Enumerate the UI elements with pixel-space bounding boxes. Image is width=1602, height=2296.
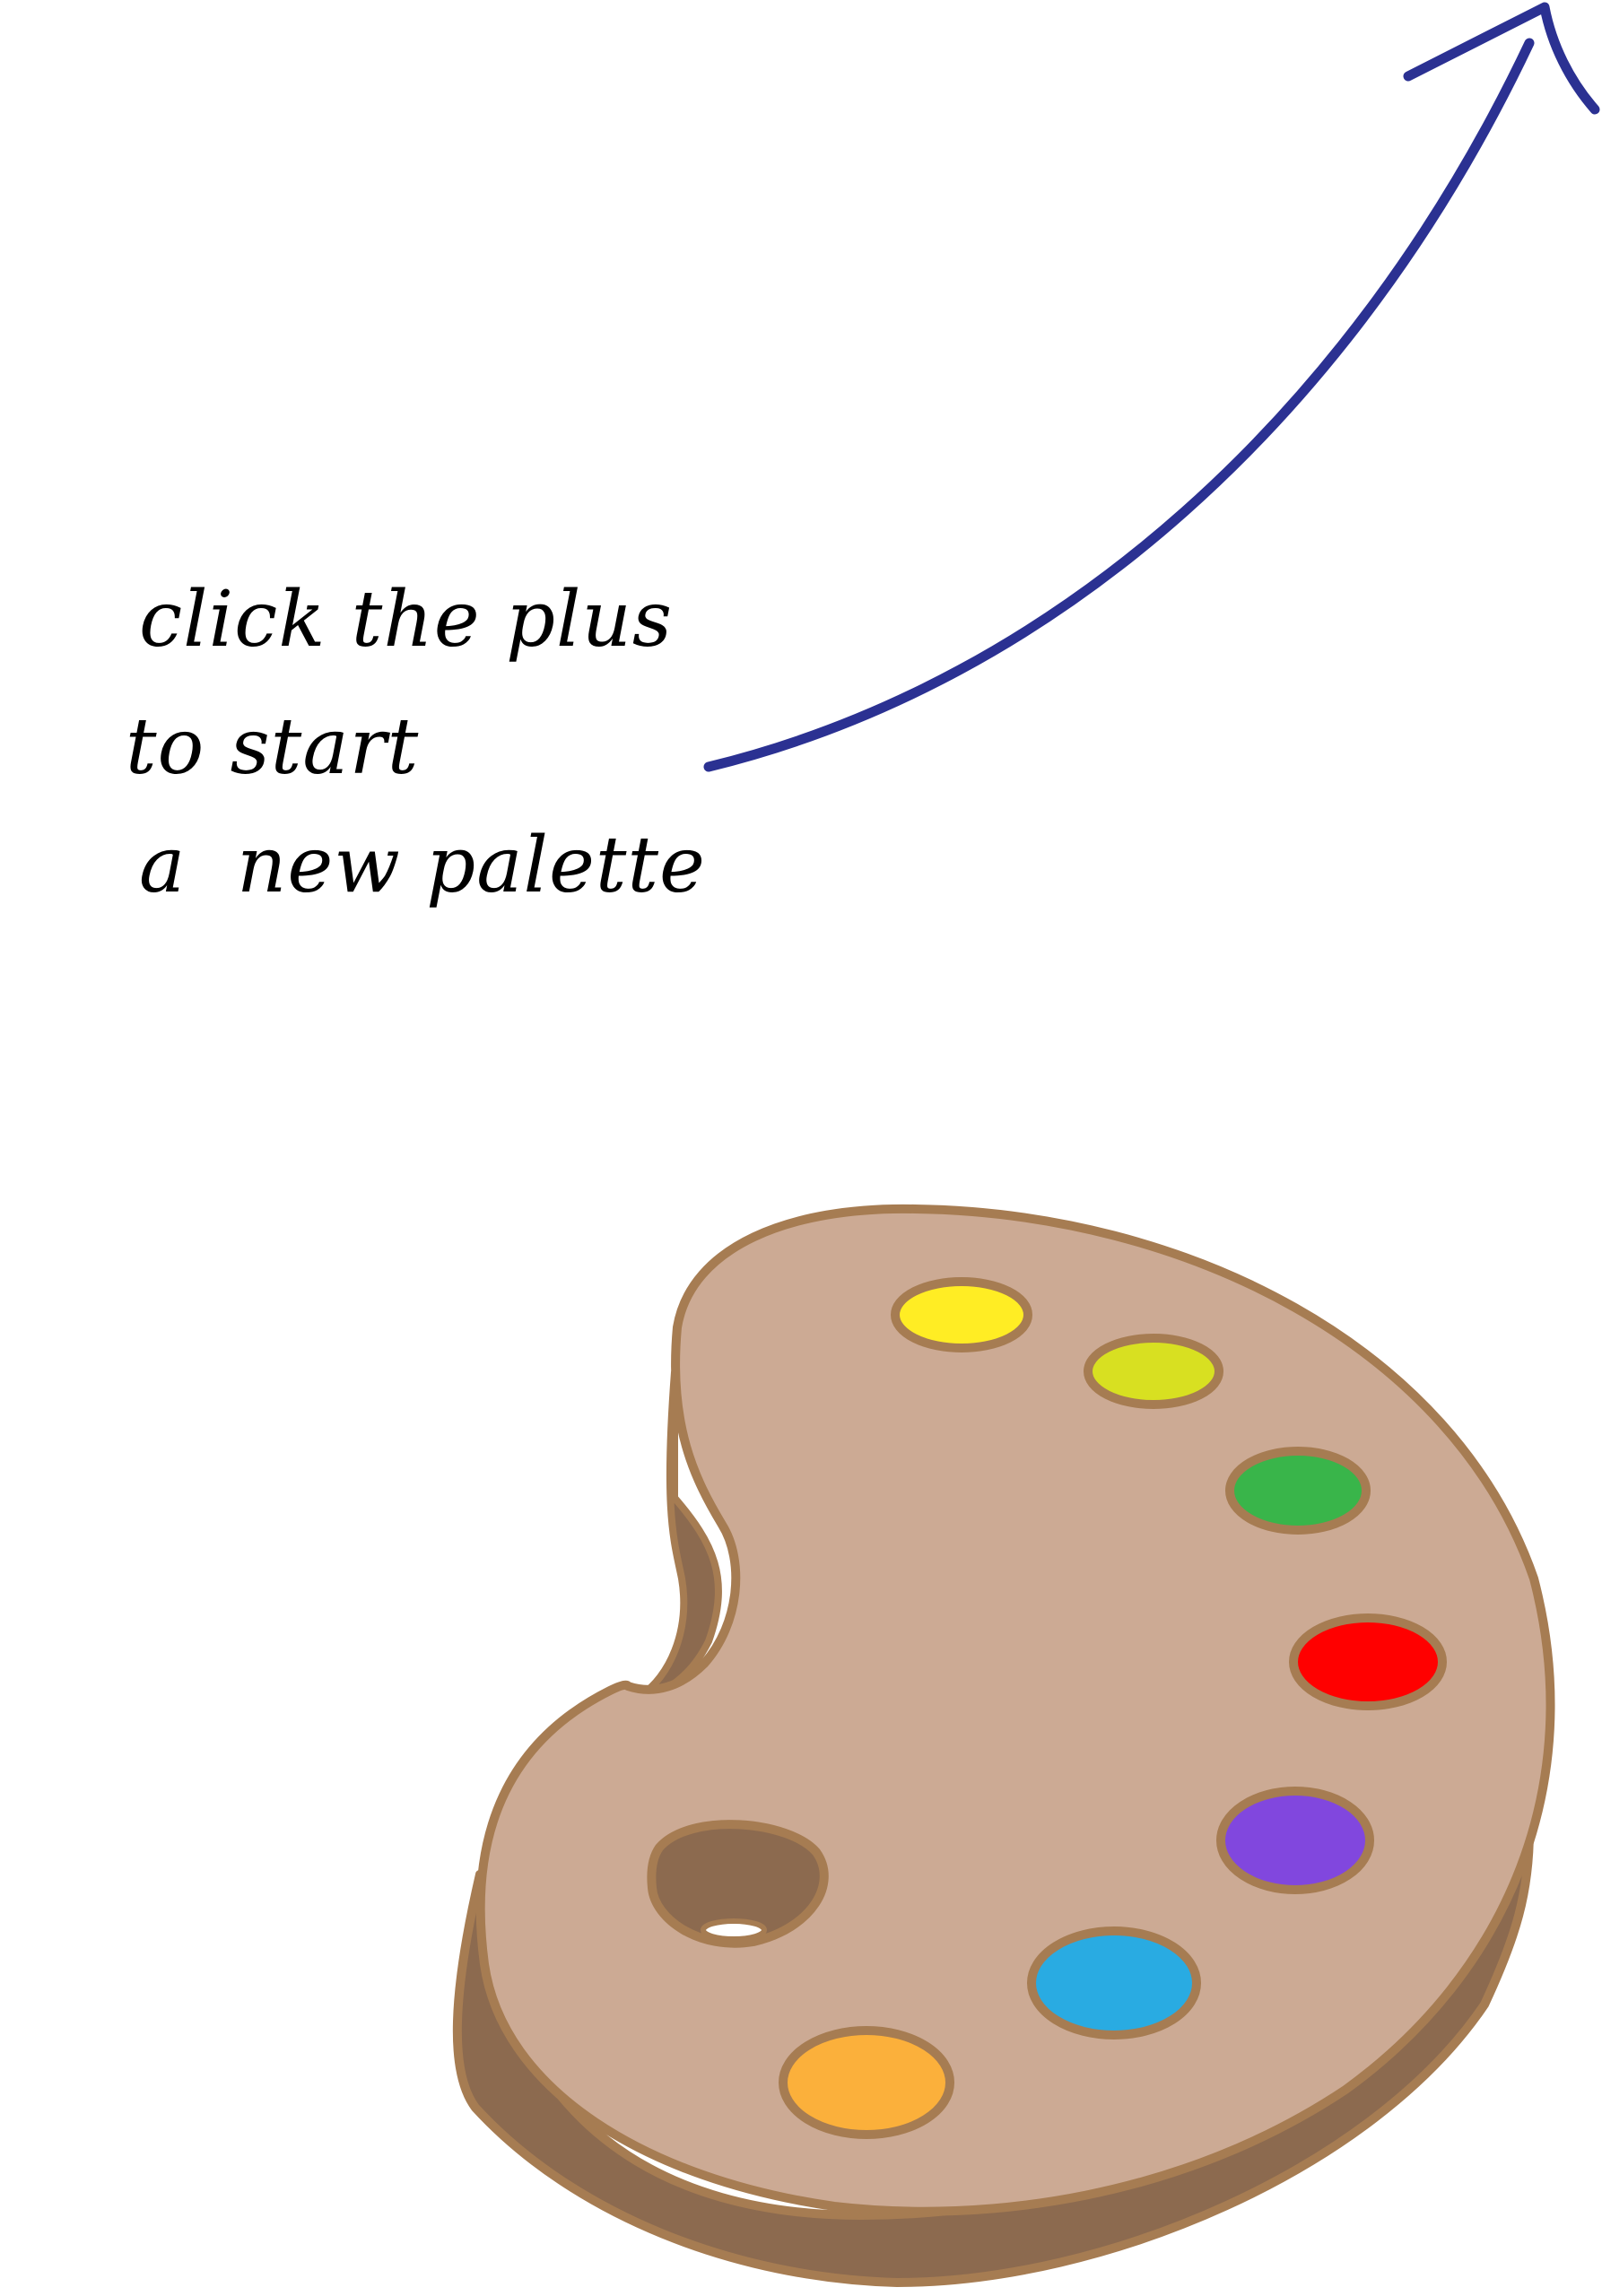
paint-yellow bbox=[891, 1277, 1032, 1352]
paint-lime bbox=[1084, 1334, 1223, 1409]
paint-red bbox=[1289, 1613, 1447, 1710]
paint-blue bbox=[1027, 1926, 1201, 2039]
hint-line-3: a new palette bbox=[139, 821, 706, 910]
paint-palette-icon bbox=[452, 1204, 1555, 2287]
paint-green bbox=[1225, 1447, 1371, 1535]
paint-orange bbox=[779, 2026, 954, 2139]
paint-purple bbox=[1216, 1787, 1374, 1894]
curved-arrow-icon bbox=[703, 2, 1600, 772]
